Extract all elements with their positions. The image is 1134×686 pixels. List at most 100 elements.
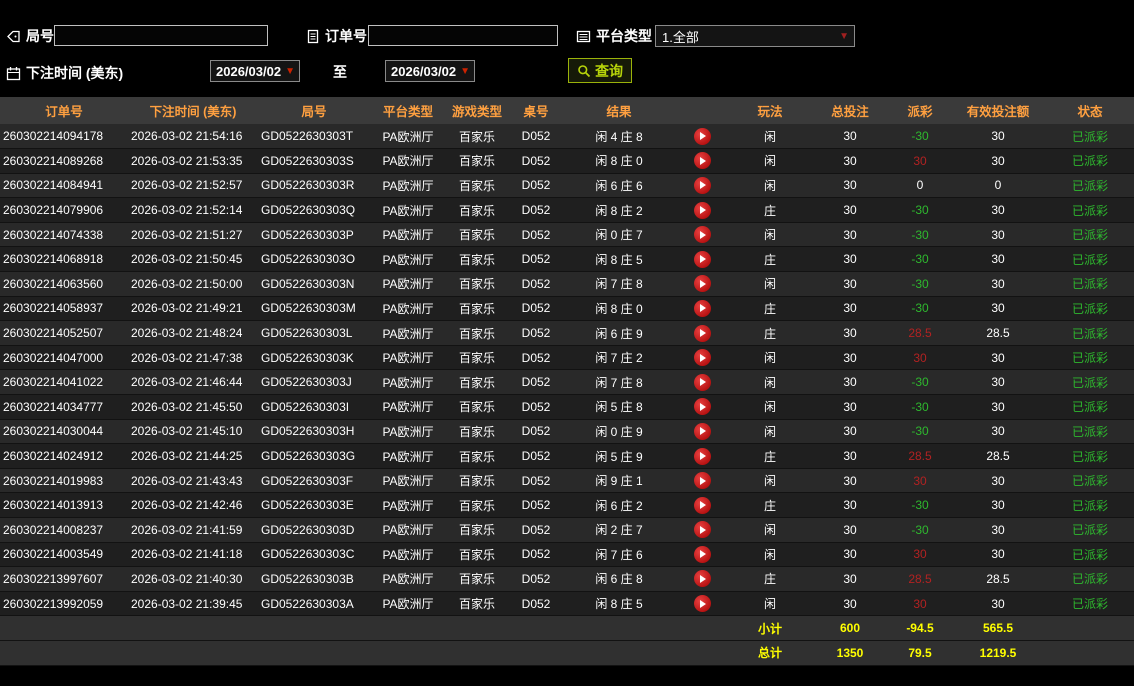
table-row: 260302214074338 2026-03-02 21:51:27 GD0522… xyxy=(0,222,1134,248)
cell-status: 已派彩 xyxy=(1046,271,1134,297)
cell-payout: -30 xyxy=(890,271,950,297)
cell-payout: -30 xyxy=(890,197,950,223)
replay-icon[interactable] xyxy=(693,349,711,367)
table-row: 260302214068918 2026-03-02 21:50:45 GD0522… xyxy=(0,246,1134,273)
table-row: 260302214030044 2026-03-02 21:45:10 GD0522… xyxy=(0,419,1134,445)
cell-play: 闲 xyxy=(730,124,810,150)
cell-table_no: D052 xyxy=(508,591,564,617)
cell-platform: PA欧洲厅 xyxy=(370,566,446,592)
cell-time: 2026-03-02 21:50:00 xyxy=(128,271,258,297)
round-filter-label: 局号 xyxy=(6,26,54,46)
cell-replay xyxy=(674,345,730,371)
replay-icon[interactable] xyxy=(693,595,711,613)
cell-valid: 30 xyxy=(950,468,1046,494)
platform-select[interactable]: 1.全部 ▼ xyxy=(655,25,855,47)
table-row: 260302214052507 2026-03-02 21:48:24 GD0522… xyxy=(0,320,1134,346)
replay-icon[interactable] xyxy=(693,373,711,391)
replay-icon[interactable] xyxy=(693,201,711,219)
subtotal-row: 小计 600 -94.5 565.5 xyxy=(0,615,1134,641)
cell-result: 闲 5 庄 8 xyxy=(564,394,674,420)
cell-status: 已派彩 xyxy=(1046,591,1134,617)
cell-status: 已派彩 xyxy=(1046,566,1134,592)
cell-bet: 30 xyxy=(810,566,890,592)
cell-bet: 30 xyxy=(810,271,890,297)
cell-game: 百家乐 xyxy=(446,542,508,568)
cell-payout: -30 xyxy=(890,419,950,445)
search-button[interactable]: 查询 xyxy=(568,58,632,83)
cell-play: 闲 xyxy=(730,369,810,396)
cell-valid: 30 xyxy=(950,492,1046,518)
replay-icon[interactable] xyxy=(693,472,711,490)
cell-bet: 30 xyxy=(810,222,890,248)
footer-empty-cell xyxy=(128,615,258,641)
cell-order: 260302214063560 xyxy=(0,271,128,297)
cell-replay xyxy=(674,443,730,469)
column-header: 桌号 xyxy=(508,97,564,124)
platform-filter-text: 平台类型 xyxy=(596,28,652,44)
cell-game: 百家乐 xyxy=(446,517,508,543)
cell-table_no: D052 xyxy=(508,222,564,248)
replay-icon[interactable] xyxy=(693,398,711,416)
cell-result: 闲 7 庄 8 xyxy=(564,369,674,396)
replay-icon[interactable] xyxy=(693,447,711,465)
replay-icon[interactable] xyxy=(693,324,711,342)
replay-icon[interactable] xyxy=(693,521,711,539)
table-row: 260302214084941 2026-03-02 21:52:57 GD0522… xyxy=(0,173,1134,199)
replay-icon[interactable] xyxy=(693,496,711,514)
cell-table_no: D052 xyxy=(508,148,564,174)
cell-round: GD0522630303E xyxy=(258,492,370,518)
replay-icon[interactable] xyxy=(693,545,711,563)
replay-icon[interactable] xyxy=(693,299,711,317)
replay-icon[interactable] xyxy=(693,570,711,588)
cell-bet: 30 xyxy=(810,246,890,273)
footer-empty-cell xyxy=(1046,615,1134,641)
replay-icon[interactable] xyxy=(693,226,711,244)
table-row: 260302214079906 2026-03-02 21:52:14 GD0522… xyxy=(0,197,1134,223)
cell-bet: 30 xyxy=(810,394,890,420)
cell-replay xyxy=(674,271,730,297)
cell-table_no: D052 xyxy=(508,320,564,346)
chevron-down-icon: ▼ xyxy=(839,30,849,42)
table-body: 260302214094178 2026-03-02 21:54:16 GD0522… xyxy=(0,124,1134,666)
cell-play: 闲 xyxy=(730,591,810,617)
cell-replay xyxy=(674,468,730,494)
cell-time: 2026-03-02 21:48:24 xyxy=(128,320,258,346)
replay-icon[interactable] xyxy=(693,250,711,268)
cell-play: 闲 xyxy=(730,271,810,297)
cell-result: 闲 5 庄 9 xyxy=(564,443,674,469)
cell-order: 260302214094178 xyxy=(0,124,128,150)
replay-icon[interactable] xyxy=(693,422,711,440)
cell-round: GD0522630303O xyxy=(258,246,370,273)
footer-empty-cell xyxy=(564,615,674,641)
cell-round: GD0522630303D xyxy=(258,517,370,543)
calendar-icon xyxy=(6,66,21,80)
round-input[interactable] xyxy=(54,25,268,46)
order-input[interactable] xyxy=(368,25,558,46)
platform-selected-value: 1.全部 xyxy=(662,29,699,45)
cell-play: 庄 xyxy=(730,296,810,322)
replay-icon[interactable] xyxy=(693,176,711,194)
cell-table_no: D052 xyxy=(508,542,564,568)
cell-status: 已派彩 xyxy=(1046,173,1134,199)
replay-icon[interactable] xyxy=(693,275,711,293)
cell-table_no: D052 xyxy=(508,173,564,199)
footer-empty-cell xyxy=(370,640,446,666)
footer-payout: -94.5 xyxy=(890,615,950,641)
replay-icon[interactable] xyxy=(693,127,711,145)
cell-payout: 30 xyxy=(890,345,950,371)
cell-result: 闲 6 庄 9 xyxy=(564,320,674,346)
cell-game: 百家乐 xyxy=(446,394,508,420)
cell-payout: 30 xyxy=(890,591,950,617)
cell-bet: 30 xyxy=(810,468,890,494)
cell-time: 2026-03-02 21:45:10 xyxy=(128,419,258,445)
cell-table_no: D052 xyxy=(508,394,564,420)
replay-icon[interactable] xyxy=(693,152,711,170)
cell-platform: PA欧洲厅 xyxy=(370,443,446,469)
cell-platform: PA欧洲厅 xyxy=(370,320,446,346)
cell-status: 已派彩 xyxy=(1046,222,1134,248)
date-from-picker[interactable]: 2026/03/02 ▼ xyxy=(210,60,300,82)
cell-platform: PA欧洲厅 xyxy=(370,517,446,543)
date-to-picker[interactable]: 2026/03/02 ▼ xyxy=(385,60,475,82)
cell-order: 260302213997607 xyxy=(0,566,128,592)
cell-payout: 28.5 xyxy=(890,443,950,469)
